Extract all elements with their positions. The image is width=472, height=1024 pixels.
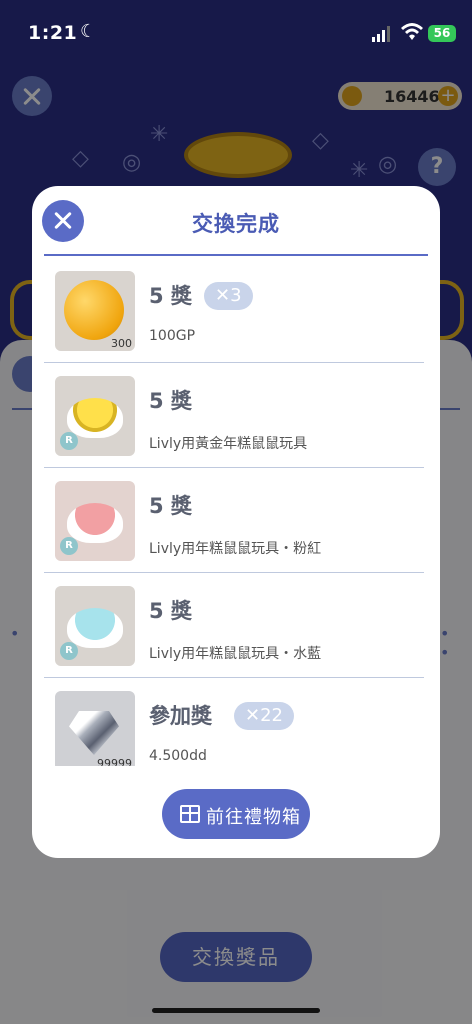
wifi-icon: [401, 23, 423, 40]
reward-thumbnail: 300: [55, 271, 135, 351]
reward-row: R 5 獎 Livly用年糕鼠鼠玩具・粉紅: [44, 468, 424, 573]
multiplier-badge: ✕22: [234, 702, 294, 730]
reward-row: R 5 獎 Livly用年糕鼠鼠玩具・水藍: [44, 573, 424, 678]
reward-quantity: 5 獎: [149, 599, 192, 623]
thumb-tag: 300: [111, 337, 132, 350]
reward-list[interactable]: 300 5 獎 ✕3 100GP R 5 獎 Livly用黃金年糕鼠鼠玩具 R …: [44, 258, 424, 766]
signal-icon: [372, 26, 390, 42]
hamster-toy-icon: [67, 503, 123, 543]
reward-thumbnail: R: [55, 376, 135, 456]
reward-quantity: 5 獎: [149, 389, 192, 413]
gift-icon: [180, 805, 200, 823]
reward-row: R 5 獎 Livly用黃金年糕鼠鼠玩具: [44, 363, 424, 468]
hamster-toy-icon: [67, 608, 123, 648]
rarity-badge: R: [60, 642, 78, 660]
reward-row: 300 5 獎 ✕3 100GP: [44, 258, 424, 363]
reward-quantity: 5 獎: [149, 284, 192, 308]
status-bar: 1:21 ☾ 56: [0, 0, 472, 60]
reward-row: 99999 參加獎 ✕22 4.500dd: [44, 678, 424, 766]
hamster-toy-icon: [67, 398, 123, 438]
moon-icon: ☾: [80, 21, 97, 42]
battery-indicator: 56: [428, 25, 456, 42]
rarity-badge: R: [60, 537, 78, 555]
reward-thumbnail: R: [55, 586, 135, 666]
reward-name: Livly用年糕鼠鼠玩具・粉紅: [149, 541, 322, 557]
diamond-gem-icon: [69, 711, 119, 755]
go-to-gift-box-label: 前往禮物箱: [206, 807, 301, 828]
status-time: 1:21: [28, 22, 78, 44]
title-divider: [44, 254, 428, 256]
exchange-complete-dialog: 交換完成 300 5 獎 ✕3 100GP R 5 獎 Livly用黃金年糕鼠鼠…: [32, 186, 440, 858]
reward-name: 4.500dd: [149, 748, 207, 764]
reward-name: 100GP: [149, 328, 196, 344]
rarity-badge: R: [60, 432, 78, 450]
reward-quantity: 參加獎: [149, 704, 212, 728]
go-to-gift-box-button[interactable]: 前往禮物箱: [162, 789, 310, 839]
home-indicator[interactable]: [152, 1008, 320, 1013]
reward-quantity: 5 獎: [149, 494, 192, 518]
reward-thumbnail: 99999: [55, 691, 135, 766]
dialog-title: 交換完成: [192, 212, 280, 236]
reward-name: Livly用黃金年糕鼠鼠玩具: [149, 436, 308, 452]
thumb-tag: 99999: [97, 757, 132, 766]
reward-name: Livly用年糕鼠鼠玩具・水藍: [149, 646, 322, 662]
multiplier-badge: ✕3: [204, 282, 253, 310]
gold-coin-icon: [64, 280, 124, 340]
reward-thumbnail: R: [55, 481, 135, 561]
